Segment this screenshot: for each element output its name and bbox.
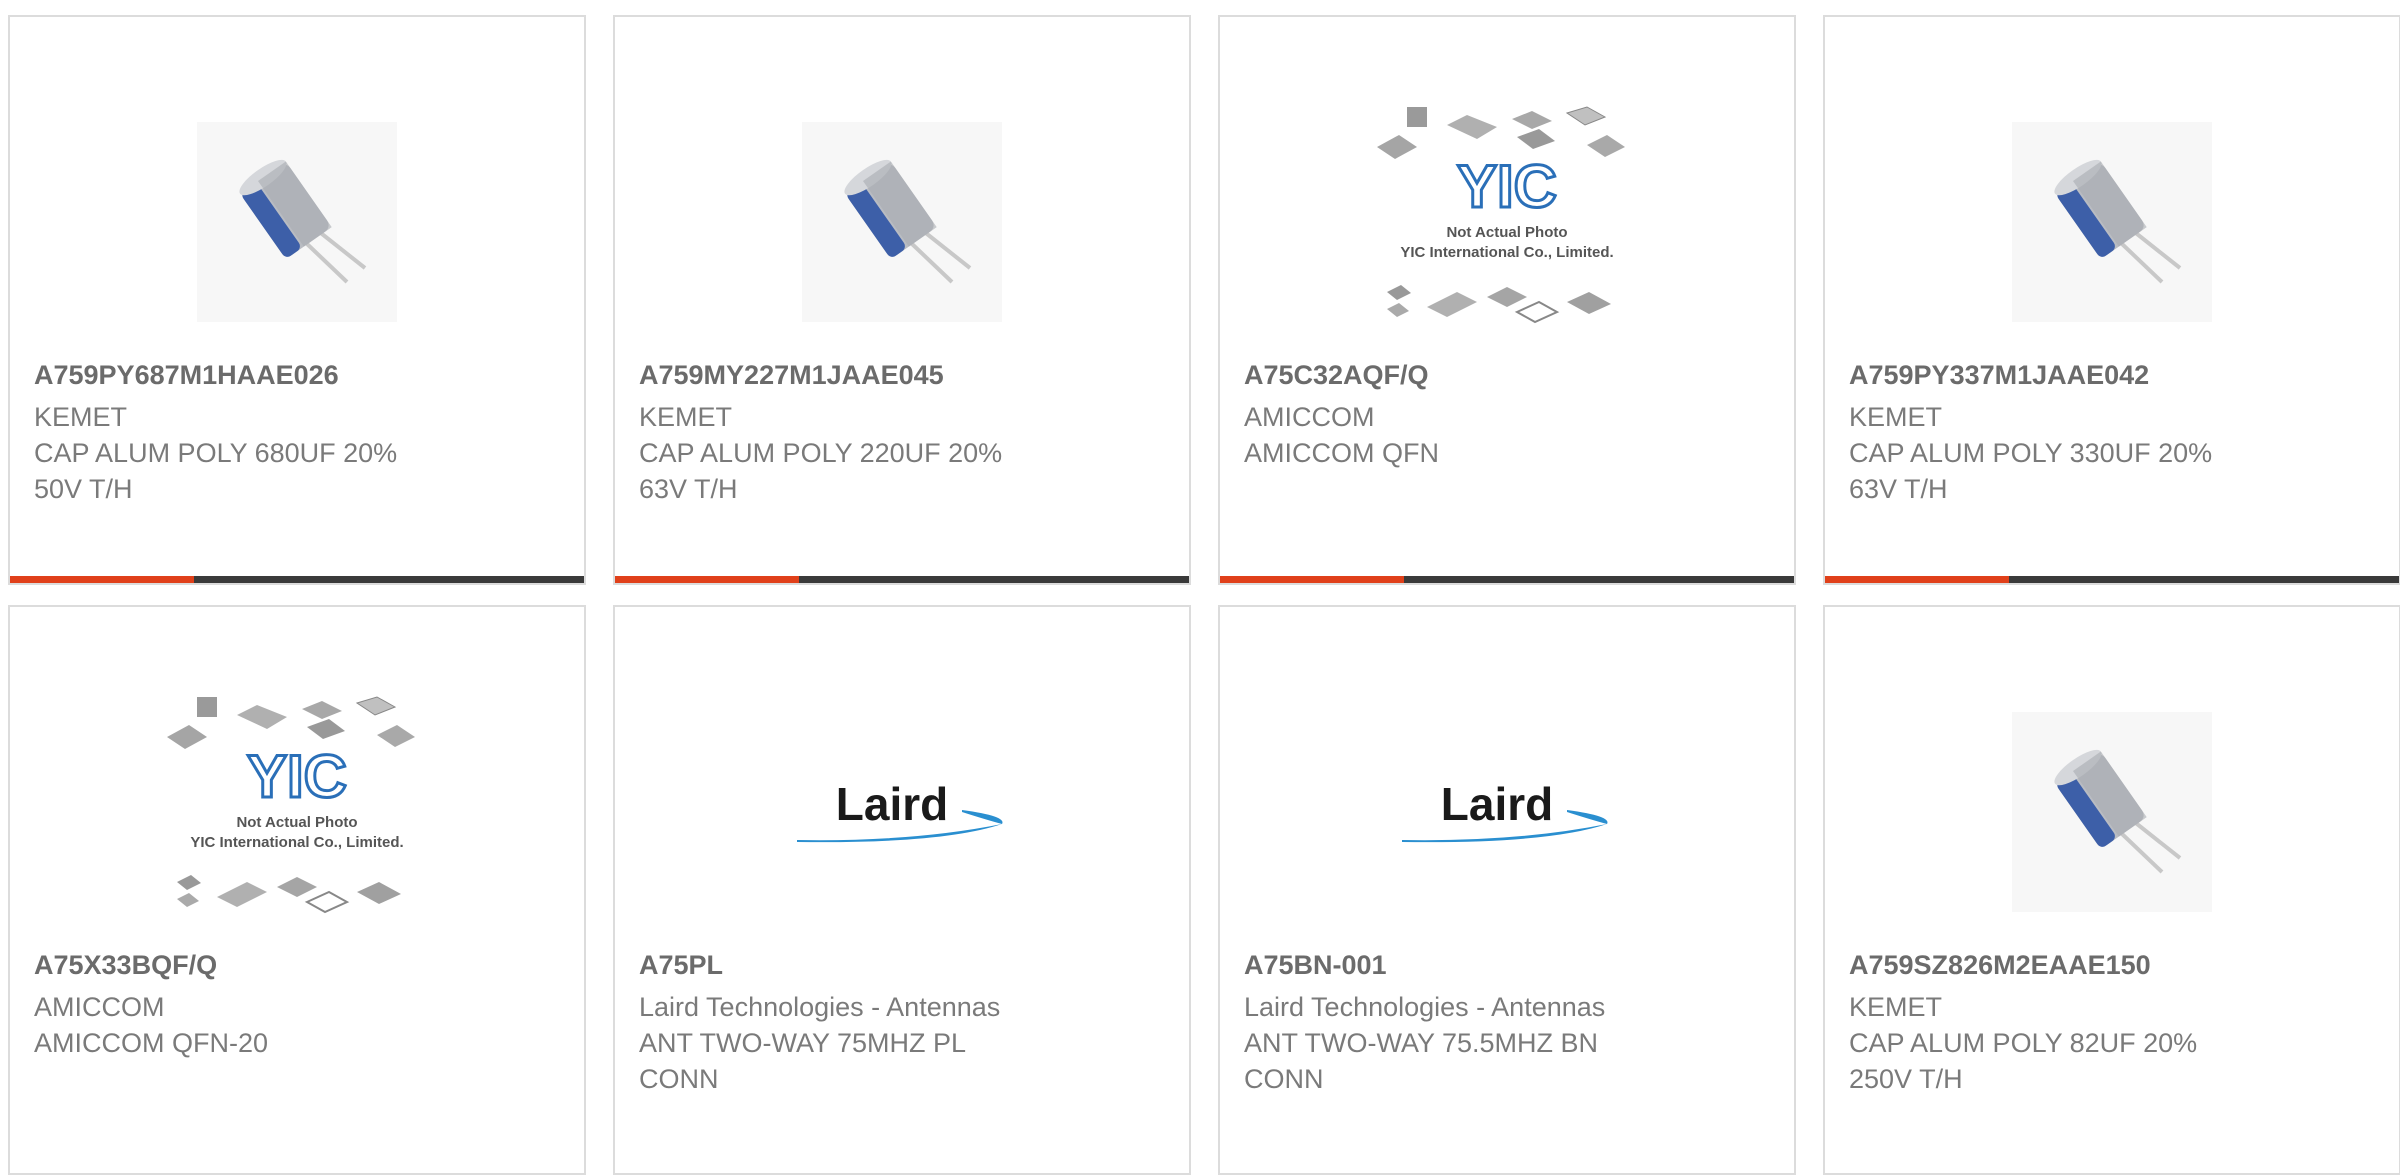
part-number[interactable]: A759PY687M1HAAE026 [34,357,560,393]
svg-text:Laird: Laird [1441,778,1553,830]
product-info: A759PY687M1HAAE026 KEMET CAP ALUM POLY 6… [34,357,560,507]
manufacturer: AMICCOM [1244,402,1375,432]
description-line: AMICCOM QFN-20 [34,1028,269,1058]
part-number[interactable]: A759MY227M1JAAE045 [639,357,1165,393]
card-bottom-bar [1825,576,2399,583]
product-image[interactable] [1825,77,2399,367]
svg-text:YIC International Co., Limited: YIC International Co., Limited. [1400,244,1613,261]
product-image[interactable] [10,77,584,367]
part-number[interactable]: A75PL [639,947,1165,983]
laird-logo: Laird [1402,778,1608,843]
product-image[interactable]: Laird [1220,667,1794,957]
product-grid: A759PY687M1HAAE026 KEMET CAP ALUM POLY 6… [8,15,2400,1175]
description-line: CAP ALUM POLY 330UF 20% [1849,438,2213,468]
card-bottom-bar [615,576,1189,583]
description-line: CAP ALUM POLY 220UF 20% [639,438,1003,468]
part-number[interactable]: A759PY337M1JAAE042 [1849,357,2375,393]
product-info: A759SZ826M2EAAE150 KEMET CAP ALUM POLY 8… [1849,947,2375,1097]
description-line: 50V T/H [34,474,133,504]
product-image[interactable] [615,77,1189,367]
product-card[interactable]: Laird A75PL Laird Technologies - Antenna… [613,605,1191,1175]
description-line: 63V T/H [639,474,738,504]
svg-text:Not Actual Photo: Not Actual Photo [236,814,357,831]
card-accent-bar [1825,576,2009,583]
description-line: CONN [1244,1064,1324,1094]
manufacturer: KEMET [639,402,733,432]
product-image[interactable] [1825,667,2399,957]
part-number[interactable]: A759SZ826M2EAAE150 [1849,947,2375,983]
description-line: AMICCOM QFN [1244,438,1439,468]
product-info: A75X33BQF/Q AMICCOM AMICCOM QFN-20 [34,947,560,1061]
manufacturer: AMICCOM [34,992,165,1022]
part-number[interactable]: A75X33BQF/Q [34,947,560,983]
description-line: 63V T/H [1849,474,1948,504]
description-line: ANT TWO-WAY 75MHZ PL [639,1028,967,1058]
product-card[interactable]: Laird A75BN-001 Laird Technologies - Ant… [1218,605,1796,1175]
yic-logo: YIC [1457,153,1557,220]
product-info: A75C32AQF/Q AMICCOM AMICCOM QFN [1244,357,1770,471]
card-bottom-bar [1220,576,1794,583]
product-card[interactable]: A759PY687M1HAAE026 KEMET CAP ALUM POLY 6… [8,15,586,585]
capacitor-icon [2012,122,2212,322]
svg-text:Laird: Laird [836,778,948,830]
yic-placeholder-icon: YIC Not Actual Photo YIC International C… [1377,106,1625,324]
product-card[interactable]: YIC Not Actual Photo YIC International C… [1218,15,1796,585]
svg-text:Not Actual Photo: Not Actual Photo [1446,224,1567,241]
description-line: CAP ALUM POLY 680UF 20% [34,438,398,468]
description-line: CONN [639,1064,719,1094]
product-info: A75PL Laird Technologies - Antennas ANT … [639,947,1165,1097]
capacitor-icon [197,122,397,322]
capacitor-icon [2012,712,2212,912]
product-card[interactable]: A759PY337M1JAAE042 KEMET CAP ALUM POLY 3… [1823,15,2400,585]
product-card[interactable]: A759SZ826M2EAAE150 KEMET CAP ALUM POLY 8… [1823,605,2400,1175]
product-info: A759PY337M1JAAE042 KEMET CAP ALUM POLY 3… [1849,357,2375,507]
product-image[interactable]: YIC Not Actual Photo YIC International C… [10,667,584,957]
laird-logo: Laird [797,778,1003,843]
part-number[interactable]: A75BN-001 [1244,947,1770,983]
product-image[interactable]: Laird [615,667,1189,957]
yic-logo: YIC [247,743,347,810]
card-accent-bar [10,576,194,583]
yic-placeholder-icon: YIC Not Actual Photo YIC International C… [167,696,415,914]
manufacturer: Laird Technologies - Antennas [1244,992,1606,1022]
part-number[interactable]: A75C32AQF/Q [1244,357,1770,393]
manufacturer: KEMET [1849,402,1943,432]
manufacturer: KEMET [34,402,128,432]
product-image[interactable]: YIC Not Actual Photo YIC International C… [1220,77,1794,367]
card-bottom-bar [10,576,584,583]
card-accent-bar [1220,576,1404,583]
product-card[interactable]: A759MY227M1JAAE045 KEMET CAP ALUM POLY 2… [613,15,1191,585]
product-card[interactable]: YIC Not Actual Photo YIC International C… [8,605,586,1175]
product-info: A759MY227M1JAAE045 KEMET CAP ALUM POLY 2… [639,357,1165,507]
manufacturer: KEMET [1849,992,1943,1022]
product-info: A75BN-001 Laird Technologies - Antennas … [1244,947,1770,1097]
description-line: ANT TWO-WAY 75.5MHZ BN [1244,1028,1599,1058]
description-line: CAP ALUM POLY 82UF 20% [1849,1028,2198,1058]
description-line: 250V T/H [1849,1064,1963,1094]
capacitor-icon [802,122,1002,322]
manufacturer: Laird Technologies - Antennas [639,992,1001,1022]
card-accent-bar [615,576,799,583]
svg-text:YIC International Co., Limited: YIC International Co., Limited. [190,834,403,851]
